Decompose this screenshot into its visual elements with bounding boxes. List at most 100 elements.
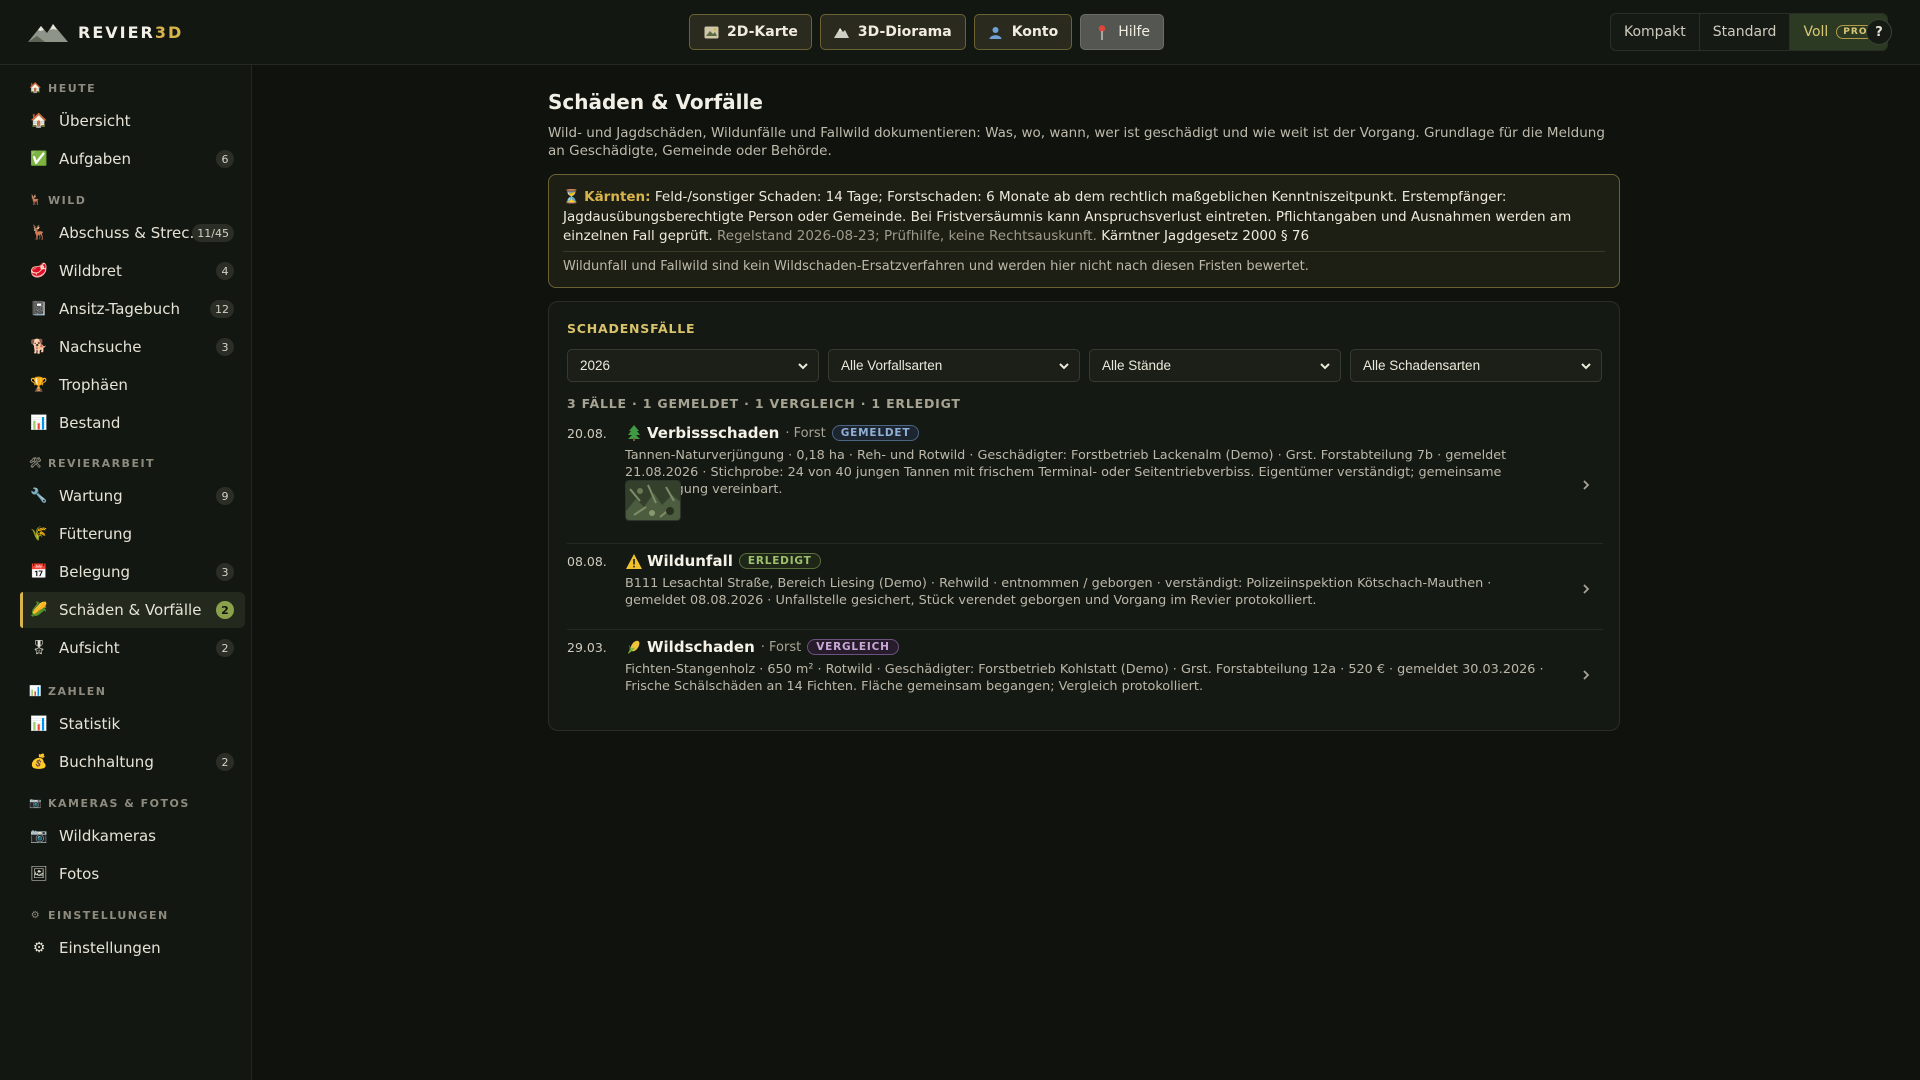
damage-type-select[interactable]: Alle Schadensarten xyxy=(1350,349,1602,382)
sidebar-item-label: Schäden & Vorfälle xyxy=(59,601,202,619)
sidebar-section-title: 🛠 REVIERARBEIT xyxy=(28,457,156,470)
moneybag-icon: 💰 xyxy=(30,754,48,770)
count-badge: 2 xyxy=(216,753,234,771)
sidebar-item-aufsicht[interactable]: 🎖 Aufsicht 2 xyxy=(20,630,245,666)
camera-icon: 📷 xyxy=(30,828,48,844)
case-title: Wildschaden xyxy=(647,638,755,656)
sidebar-item-label: Fotos xyxy=(59,865,100,883)
mountain-logo-icon xyxy=(28,24,68,42)
density-switch: Kompakt Standard Voll PRO xyxy=(1610,13,1889,51)
count-badge: 3 xyxy=(216,563,234,581)
warning-icon xyxy=(625,552,643,570)
sidebar-item-wartung[interactable]: 🔧 Wartung 9 xyxy=(20,478,245,514)
sidebar-item-label: Statistik xyxy=(59,715,121,733)
chevron-down-icon xyxy=(1059,363,1069,370)
sidebar-item-label: Belegung xyxy=(59,563,130,581)
nav-2d-map-button[interactable]: 2D-Karte xyxy=(689,14,812,50)
sidebar-item-aufgaben[interactable]: ✅ Aufgaben 6 xyxy=(20,141,245,177)
count-badge: 2 xyxy=(216,639,234,657)
chevron-down-icon xyxy=(1581,363,1591,370)
sidebar-item-label: Nachsuche xyxy=(59,338,142,356)
main-nav: 2D-Karte 3D-Diorama Konto Hilfe xyxy=(689,14,1165,50)
case-title: Verbissschaden xyxy=(647,424,780,442)
notebook-icon: 📓 xyxy=(30,301,48,317)
sidebar-item-nachsuche[interactable]: 🐕 Nachsuche 3 xyxy=(20,329,245,365)
corn-icon xyxy=(625,638,643,656)
case-description: B111 Lesachtal Straße, Bereich Liesing (… xyxy=(625,576,1492,608)
case-row[interactable]: 29.03. Wildschaden · Forst VERGLEICH Fic… xyxy=(567,638,1603,714)
sidebar-item-fütterung[interactable]: 🌾 Fütterung xyxy=(20,516,245,552)
case-divider xyxy=(567,629,1603,630)
chevron-down-icon xyxy=(1320,363,1330,370)
nav-3d-diorama-button[interactable]: 3D-Diorama xyxy=(819,14,966,50)
sidebar-item-label: Aufgaben xyxy=(59,150,132,168)
sidebar-section-title: ⚙ EINSTELLUNGEN xyxy=(30,909,169,922)
sidebar-item-label: Trophäen xyxy=(59,376,128,394)
status-badge: VERGLEICH xyxy=(807,639,899,655)
case-description: Tannen-Naturverjüngung · 0,18 ha · Reh- … xyxy=(625,448,1507,497)
notice-region: Kärnten: xyxy=(584,189,651,205)
case-category: · Forst xyxy=(760,639,802,655)
cases-summary: 3 FÄLLE · 1 GEMELDET · 1 VERGLEICH · 1 E… xyxy=(567,396,961,411)
sidebar-item-wildbret[interactable]: 🥩 Wildbret 4 xyxy=(20,253,245,289)
density-standard-button[interactable]: Standard xyxy=(1700,14,1791,50)
corn-icon: 🌽 xyxy=(30,602,48,618)
density-compact-button[interactable]: Kompakt xyxy=(1611,14,1700,50)
case-divider xyxy=(567,543,1603,544)
sidebar-item-label: Wartung xyxy=(59,487,123,505)
sidebar-item-bestand[interactable]: 📊 Bestand xyxy=(20,405,245,441)
case-description: Fichten-Stangenholz · 650 m² · Rotwild ·… xyxy=(625,662,1544,694)
sidebar-item-label: Abschuss & Strec… xyxy=(59,224,205,242)
check-icon: ✅ xyxy=(30,151,48,167)
case-title: Wildunfall xyxy=(647,552,733,570)
chevron-down-icon xyxy=(798,363,808,370)
nav-account-button[interactable]: Konto xyxy=(973,14,1073,50)
wheat-icon: 🌾 xyxy=(30,526,48,542)
chart-icon: 📊 xyxy=(30,415,48,431)
case-photo-thumbnail[interactable] xyxy=(625,480,681,521)
brand-logo[interactable]: REVIER3D xyxy=(28,18,183,46)
count-badge: 12 xyxy=(210,300,234,318)
sidebar: 🏠 HEUTE 🏠 Übersicht ✅ Aufgaben 6 🦌 WILD 🦌 Abschuss… xyxy=(0,65,252,1080)
badge-icon: 🎖 xyxy=(30,640,48,656)
sidebar-item-trophäen[interactable]: 🏆 Trophäen xyxy=(20,367,245,403)
gear-icon: ⚙ xyxy=(30,910,42,921)
count-badge: 4 xyxy=(216,262,234,280)
count-badge: 9 xyxy=(216,487,234,505)
sidebar-item-label: Wildkameras xyxy=(59,827,156,845)
tools-icon: 🛠 xyxy=(28,458,44,469)
sidebar-item-schäden-vorfälle[interactable]: 🌽 Schäden & Vorfälle 2 xyxy=(20,592,245,628)
user-icon xyxy=(988,24,1004,40)
nav-help-button[interactable]: Hilfe xyxy=(1080,14,1165,50)
page-title: Schäden & Vorfälle xyxy=(548,90,763,114)
cases-title: SCHADENSFÄLLE xyxy=(567,321,696,336)
sidebar-item-statistik[interactable]: 📊 Statistik xyxy=(20,706,245,742)
notice-meta: Regelstand 2026-08-23; Prüfhilfe, keine … xyxy=(712,228,1097,244)
sidebar-item-wildkameras[interactable]: 📷 Wildkameras xyxy=(20,818,245,854)
sidebar-item-belegung[interactable]: 📅 Belegung 3 xyxy=(20,554,245,590)
page-subtitle: Wild- und Jagdschäden, Wildunfälle und F… xyxy=(548,125,1605,159)
sidebar-item-übersicht[interactable]: 🏠 Übersicht xyxy=(20,103,245,139)
sidebar-item-abschuss-strec[interactable]: 🦌 Abschuss & Strec… 11/45 xyxy=(20,215,245,251)
house-icon: 🏠 xyxy=(30,113,48,129)
case-row[interactable]: 08.08. Wildunfall ERLEDIGT B111 Lesachta… xyxy=(567,552,1603,628)
sidebar-item-einstellungen[interactable]: ⚙ Einstellungen xyxy=(20,930,245,966)
mountain-icon xyxy=(834,24,850,40)
trophy-icon: 🏆 xyxy=(30,377,48,393)
sidebar-item-buchhaltung[interactable]: 💰 Buchhaltung 2 xyxy=(20,744,245,780)
status-badge: GEMELDET xyxy=(831,425,920,441)
filter-bar: 2026 Alle Vorfallsarten Alle Stände Alle… xyxy=(567,349,1602,382)
case-category: · Forst xyxy=(785,425,826,441)
sidebar-item-label: Einstellungen xyxy=(59,939,161,957)
incident-type-select[interactable]: Alle Vorfallsarten xyxy=(828,349,1080,382)
deer-icon: 🦌 xyxy=(30,225,48,241)
notice-text: ⏳ Kärnten: Feld-/sonstiger Schaden: 14 T… xyxy=(563,189,1572,244)
help-button[interactable]: ? xyxy=(1866,19,1892,45)
case-row[interactable]: 20.08. Verbissschaden · Forst GEMELDET T… xyxy=(567,424,1603,534)
sidebar-item-ansitz-tagebuch[interactable]: 📓 Ansitz-Tagebuch 12 xyxy=(20,291,245,327)
sidebar-section-title: 📊 ZAHLEN xyxy=(29,685,107,698)
status-select[interactable]: Alle Stände xyxy=(1089,349,1341,382)
year-select[interactable]: 2026 xyxy=(567,349,819,382)
count-badge: 6 xyxy=(216,150,234,168)
sidebar-item-fotos[interactable]: 🖼 Fotos xyxy=(20,856,245,892)
